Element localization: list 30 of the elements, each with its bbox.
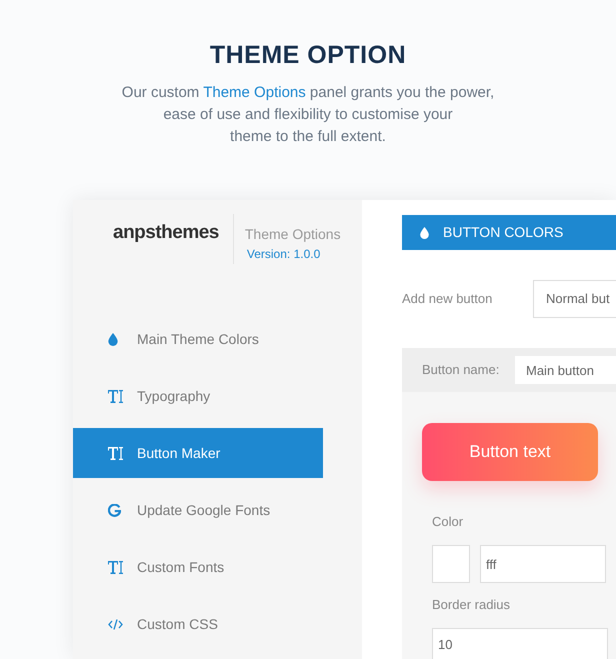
section-header-title: BUTTON COLORS	[443, 223, 564, 242]
field-label: Button name:	[422, 361, 500, 380]
code-icon	[108, 618, 123, 630]
theme-options-link[interactable]: Theme Options	[203, 84, 306, 101]
sidebar-item[interactable]: Custom Fonts	[73, 542, 323, 592]
section-title: THEME OPTION	[208, 40, 408, 70]
color-swatch-icon[interactable]	[432, 545, 470, 583]
logo-text: anpsthemes	[113, 220, 219, 245]
drop-icon	[108, 332, 118, 346]
sidebar-item[interactable]: Custom CSS	[73, 599, 323, 649]
field-label: Add new button	[402, 290, 494, 308]
intro-paragraph: Our custom Theme Options panel grants you the power, ease of use and flexibility to customise your theme to the full extent.	[122, 83, 494, 147]
sidebar-item[interactable]: Button Maker	[73, 428, 323, 478]
sidebar-item[interactable]: Update Google Fonts	[73, 485, 323, 535]
field-label: Color	[432, 514, 464, 530]
sidebar-item[interactable]: Main Theme Colors	[73, 314, 323, 364]
color-input[interactable]: fff	[480, 545, 606, 583]
field-label: Border radius	[432, 597, 512, 613]
version-text: Version: 1.0.0	[246, 246, 322, 262]
product-name: Theme Options	[244, 225, 341, 243]
button-type-select[interactable]: Normal but	[533, 280, 616, 318]
border-radius-input[interactable]: 10	[432, 628, 608, 659]
text-icon	[108, 390, 123, 402]
text-icon	[108, 446, 123, 460]
g-icon	[108, 504, 121, 516]
text-icon	[108, 560, 123, 574]
drop-icon	[420, 226, 429, 238]
preview-button[interactable]: Button text	[422, 423, 598, 481]
button-name-input[interactable]: Main button	[515, 356, 616, 384]
sidebar-item[interactable]: Typography	[73, 371, 323, 421]
